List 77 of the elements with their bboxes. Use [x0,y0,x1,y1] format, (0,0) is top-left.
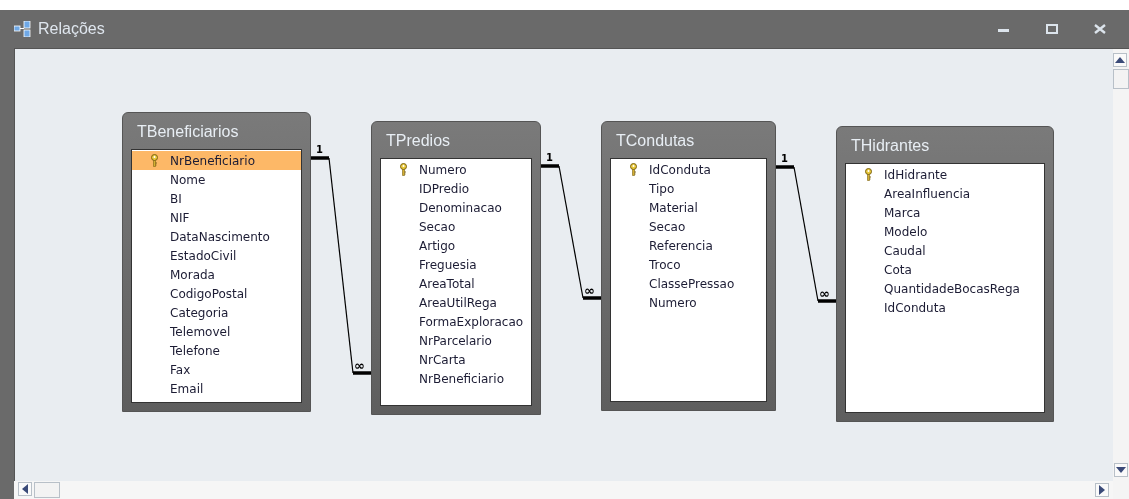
field-item[interactable]: IdHidrante [846,165,1044,184]
table-title: THidrantes [850,136,931,156]
many-label: ∞ [819,289,830,299]
table-window[interactable]: TCondutas IdConduta Tipo Material Secao Referencia Troco ClassePressao Numero [601,121,776,411]
one-label: 1 [781,154,788,164]
field-item[interactable]: NrParcelario [381,331,531,350]
key-icon [150,154,159,167]
maximize-icon [1046,24,1058,34]
field-item[interactable]: Referencia [611,236,766,255]
field-item[interactable]: ClassePressao [611,274,766,293]
up-arrow-icon [1115,57,1125,63]
field-item[interactable]: Tipo [611,179,766,198]
relationship-line[interactable] [311,156,371,375]
field-item[interactable]: Artigo [381,236,531,255]
table-window[interactable]: THidrantes IdHidrante AreaInfluencia Marca Modelo Caudal Cota QuantidadeBocasRega IdConduta [836,126,1054,422]
field-item[interactable]: IdConduta [611,160,766,179]
many-label: ∞ [584,286,595,296]
field-item[interactable]: Telemovel [132,322,301,341]
field-item[interactable]: BI [132,189,301,208]
field-item[interactable]: AreaTotal [381,274,531,293]
field-item[interactable]: Fax [132,360,301,379]
key-icon [864,168,873,181]
field-item[interactable]: FormaExploracao [381,312,531,331]
field-item[interactable]: Numero [611,293,766,312]
table-title: TPredios [385,131,452,151]
field-item[interactable]: CodigoPostal [132,284,301,303]
field-item[interactable]: EstadoCivil [132,246,301,265]
one-label: 1 [546,153,553,163]
left-arrow-icon [22,484,28,494]
field-item[interactable]: AreaInfluencia [846,184,1044,203]
relationship-line[interactable] [776,165,836,303]
table-title: TCondutas [615,131,696,151]
field-item[interactable]: Nome [132,170,301,189]
field-item[interactable]: Categoria [132,303,301,322]
field-item[interactable]: NrBeneficiario [132,151,301,170]
field-item[interactable]: Troco [611,255,766,274]
window-title: Relações [38,20,105,38]
down-arrow-icon [1116,467,1126,473]
field-item[interactable]: IDPredio [381,179,531,198]
field-item[interactable]: Cota [846,260,1044,279]
field-item[interactable]: Modelo [846,222,1044,241]
relationships-icon [14,21,32,37]
relationship-line[interactable] [541,164,601,300]
scroll-up-button[interactable] [1113,53,1127,67]
many-label: ∞ [354,361,365,371]
scroll-down-button[interactable] [1114,463,1128,477]
field-item[interactable]: Freguesia [381,255,531,274]
field-item[interactable]: Marca [846,203,1044,222]
field-item[interactable]: DataNascimento [132,227,301,246]
table-window[interactable]: TBeneficiarios NrBeneficiario Nome BI NIF DataNascimento EstadoCivil Morada CodigoPostal Categoria Telemovel Telefone Fax Email [122,112,311,412]
field-item[interactable]: Email [132,379,301,398]
close-icon [1094,24,1106,34]
field-item[interactable]: Telefone [132,341,301,360]
field-item[interactable]: Secao [381,217,531,236]
field-item[interactable]: AreaUtilRega [381,293,531,312]
right-arrow-icon [1099,485,1105,495]
table-title: TBeneficiarios [136,122,240,142]
field-item[interactable]: Denominacao [381,198,531,217]
field-item[interactable]: Numero [381,160,531,179]
field-item[interactable]: IdConduta [846,298,1044,317]
scroll-left-button[interactable] [18,482,32,496]
field-item[interactable]: QuantidadeBocasRega [846,279,1044,298]
field-item[interactable]: NIF [132,208,301,227]
field-item[interactable]: NrCarta [381,350,531,369]
scroll-thumb[interactable] [1113,69,1129,89]
field-item[interactable]: Material [611,198,766,217]
field-item[interactable]: Secao [611,217,766,236]
field-item[interactable]: NrBeneficiario [381,369,531,388]
one-label: 1 [316,145,323,155]
minimize-icon [998,26,1010,32]
key-icon [629,163,638,176]
scroll-thumb[interactable] [34,482,60,498]
table-window[interactable]: TPredios Numero IDPredio Denominacao Secao Artigo Freguesia AreaTotal AreaUtilRega FormaExploracao NrParcelario NrCarta NrBeneficiario [371,121,541,415]
field-item[interactable]: Morada [132,265,301,284]
field-item[interactable]: Caudal [846,241,1044,260]
scroll-right-button[interactable] [1095,483,1109,497]
key-icon [399,163,408,176]
